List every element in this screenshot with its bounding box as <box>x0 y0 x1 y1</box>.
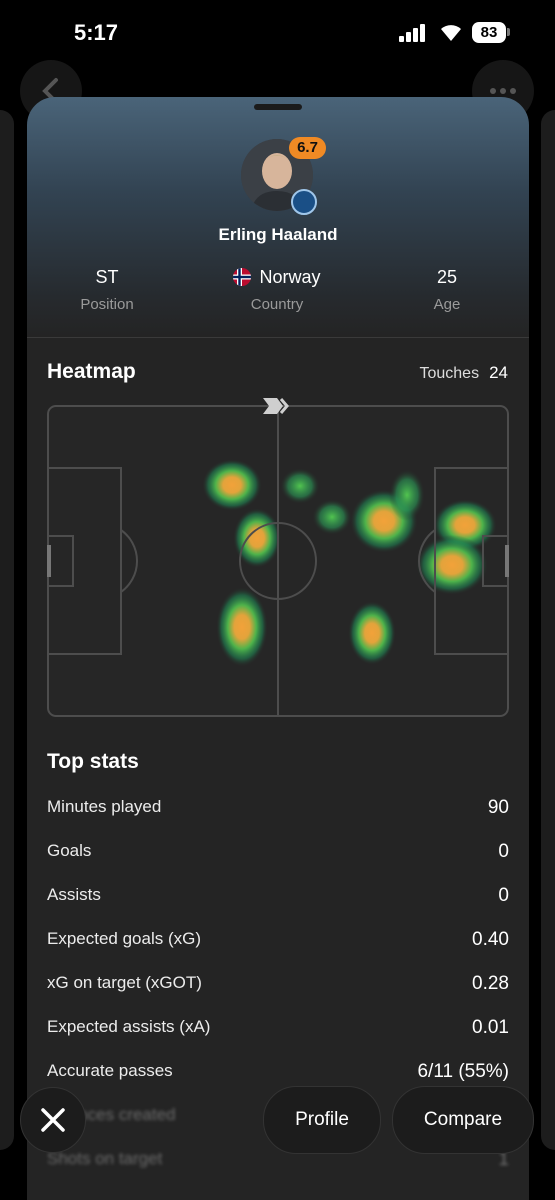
stat-label: Expected assists (xA) <box>47 1017 211 1036</box>
country-value: Norway <box>259 267 321 287</box>
touches-value: 24 <box>489 363 508 382</box>
background-card-left <box>0 110 14 1150</box>
info-country: Norway Country <box>197 267 357 313</box>
player-sheet: 6.7 Erling Haaland ST Position Norway Co… <box>27 97 529 1200</box>
stat-label: Accurate passes <box>47 1061 173 1080</box>
player-name: Erling Haaland <box>218 225 338 244</box>
player-rating-badge: 6.7 <box>289 137 326 159</box>
compare-button[interactable]: Compare <box>392 1086 534 1154</box>
sheet-handle[interactable] <box>254 104 302 110</box>
stat-value: 6/11 (55%) <box>417 1061 509 1082</box>
heat-blobs <box>202 459 497 667</box>
touches-count: Touches 24 <box>419 363 508 383</box>
age-value: 25 <box>436 267 458 287</box>
stat-row: Minutes played 90 <box>47 797 509 821</box>
age-label: Age <box>433 296 461 313</box>
status-bar: 5:17 83 <box>0 0 555 60</box>
stat-value: 90 <box>487 797 509 818</box>
stat-row: Accurate passes 6/11 (55%) <box>47 1061 509 1085</box>
background-card-right <box>541 110 555 1150</box>
battery-tip <box>507 28 510 36</box>
stat-label: Expected goals (xG) <box>47 929 202 948</box>
stat-label: Goals <box>47 841 92 860</box>
stat-value: 0.28 <box>472 973 509 994</box>
right-goal <box>505 545 509 577</box>
profile-button[interactable]: Profile <box>263 1086 381 1154</box>
stat-row: Assists 0 <box>47 885 509 909</box>
status-time: 5:17 <box>74 20 119 45</box>
position-label: Position <box>80 296 134 313</box>
norway-flag-icon <box>233 268 252 286</box>
info-position: ST Position <box>27 267 187 313</box>
top-stats-title: Top stats <box>47 750 139 773</box>
stat-value: 0.01 <box>472 1017 509 1038</box>
signal-icon <box>399 24 427 42</box>
stat-row: Expected goals (xG) 0.40 <box>47 929 509 953</box>
stat-row: xG on target (xGOT) 0.28 <box>47 973 509 997</box>
country-label: Country <box>250 296 304 313</box>
heatmap-title: Heatmap <box>47 360 136 383</box>
info-age: 25 Age <box>367 267 527 313</box>
stat-value: 0 <box>498 841 509 862</box>
stat-label: Minutes played <box>47 797 162 816</box>
attack-direction-icon <box>261 396 295 416</box>
stat-label: xG on target (xGOT) <box>47 973 202 992</box>
left-goal <box>47 545 51 577</box>
stat-value: 0.40 <box>472 929 509 950</box>
touches-label: Touches <box>419 365 480 382</box>
stat-label: Assists <box>47 885 101 904</box>
heatmap-pitch <box>47 405 509 717</box>
close-icon <box>41 1108 65 1132</box>
section-divider <box>27 337 529 338</box>
stat-value: 0 <box>498 885 509 906</box>
battery-icon: 83 <box>472 22 506 43</box>
close-button[interactable] <box>20 1087 86 1153</box>
wifi-icon <box>438 21 464 43</box>
stat-row: Expected assists (xA) 0.01 <box>47 1017 509 1041</box>
club-crest-icon <box>291 189 317 215</box>
position-value: ST <box>95 267 119 287</box>
stat-row: Goals 0 <box>47 841 509 865</box>
